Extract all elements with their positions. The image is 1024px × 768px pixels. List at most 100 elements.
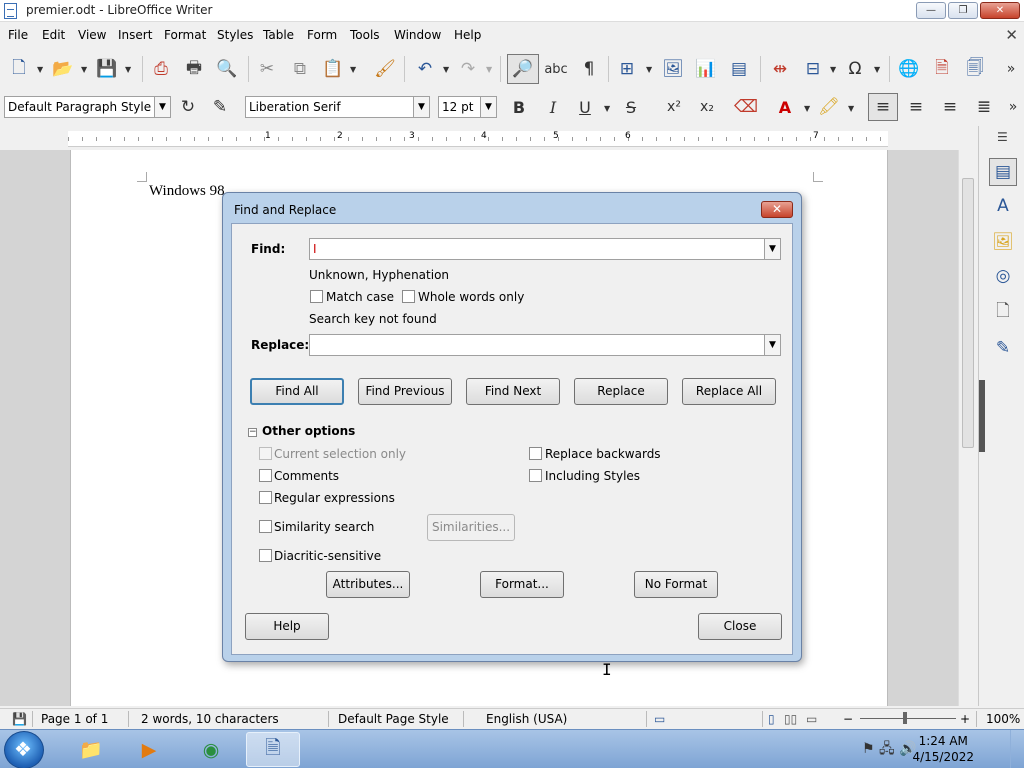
- subscript-button[interactable]: x₂: [695, 95, 719, 119]
- export-pdf-icon[interactable]: ⎙: [148, 56, 174, 82]
- media-player-icon[interactable]: ▶: [122, 732, 176, 767]
- horizontal-ruler[interactable]: 1 2 3 4 5 6 7: [68, 131, 888, 147]
- align-center-icon[interactable]: ≡: [904, 95, 928, 119]
- align-right-icon[interactable]: ≡: [938, 95, 962, 119]
- menu-form[interactable]: Form: [307, 28, 337, 42]
- replace-button[interactable]: Replace: [574, 378, 668, 405]
- vertical-scrollbar[interactable]: [958, 150, 976, 706]
- footnote-icon[interactable]: 🗎: [929, 56, 955, 82]
- find-next-button[interactable]: Find Next: [466, 378, 560, 405]
- chevron-down-icon[interactable]: ▼: [804, 104, 810, 113]
- chevron-down-icon[interactable]: ▼: [848, 104, 854, 113]
- menu-window[interactable]: Window: [394, 28, 441, 42]
- dialog-close-icon[interactable]: ✕: [761, 201, 793, 218]
- show-desktop-button[interactable]: [1010, 730, 1024, 768]
- zoom-slider-thumb[interactable]: [903, 712, 907, 724]
- strikethrough-button[interactable]: S: [619, 95, 643, 119]
- menu-insert[interactable]: Insert: [118, 28, 152, 42]
- replace-input[interactable]: ▼: [309, 334, 781, 356]
- zoom-slider[interactable]: [860, 718, 956, 719]
- regex-label[interactable]: Regular expressions: [274, 491, 395, 505]
- menu-table[interactable]: Table: [263, 28, 294, 42]
- similarity-checkbox[interactable]: [259, 520, 272, 533]
- comments-label[interactable]: Comments: [274, 469, 339, 483]
- start-button[interactable]: [4, 731, 44, 768]
- chevron-down-icon[interactable]: ▼: [646, 65, 652, 74]
- page-icon[interactable]: 🗋: [989, 298, 1017, 326]
- no-format-button[interactable]: No Format: [634, 571, 718, 598]
- sidebar-menu-icon[interactable]: ☰: [997, 130, 1008, 144]
- scrollbar-thumb[interactable]: [962, 178, 974, 448]
- underline-button[interactable]: U: [573, 95, 597, 119]
- match-case-checkbox[interactable]: [310, 290, 323, 303]
- formatting-marks-icon[interactable]: ¶: [576, 56, 602, 82]
- open-icon[interactable]: 📂: [50, 56, 76, 82]
- menu-styles[interactable]: Styles: [217, 28, 253, 42]
- italic-button[interactable]: I: [541, 95, 565, 119]
- highlight-color-icon[interactable]: 🖍: [817, 95, 841, 119]
- replace-backwards-label[interactable]: Replace backwards: [545, 447, 661, 461]
- diacritic-label[interactable]: Diacritic-sensitive: [274, 549, 381, 563]
- more-formatting-icon[interactable]: »: [1004, 95, 1022, 119]
- comment-icon[interactable]: 🗐: [962, 56, 988, 82]
- chevron-down-icon[interactable]: ▼: [81, 65, 87, 74]
- replace-backwards-checkbox[interactable]: [529, 447, 542, 460]
- field-icon[interactable]: ⊟: [800, 56, 826, 82]
- chevron-down-icon[interactable]: ▼: [350, 65, 356, 74]
- manage-changes-icon[interactable]: ✎: [989, 334, 1017, 362]
- chevron-down-icon[interactable]: ▼: [830, 65, 836, 74]
- update-style-icon[interactable]: ↻: [176, 95, 200, 119]
- paste-icon[interactable]: 📋: [320, 56, 346, 82]
- clock[interactable]: 1:24 AM 4/15/2022: [912, 733, 974, 765]
- print-icon[interactable]: 🖶: [181, 56, 207, 82]
- redo-icon[interactable]: ↷: [455, 56, 481, 82]
- replace-all-button[interactable]: Replace All: [682, 378, 776, 405]
- collapse-icon[interactable]: −: [248, 428, 257, 437]
- table-icon[interactable]: ⊞: [614, 56, 640, 82]
- whole-words-checkbox[interactable]: [402, 290, 415, 303]
- libreoffice-writer-taskbar-icon[interactable]: 🗎: [246, 732, 300, 767]
- document-text[interactable]: Windows 98: [149, 183, 225, 200]
- more-tools-icon[interactable]: »: [1000, 56, 1022, 82]
- find-input[interactable]: I ▼: [309, 238, 781, 260]
- zoom-level[interactable]: 100%: [986, 712, 1020, 726]
- minimize-button[interactable]: —: [916, 2, 946, 19]
- styles-icon[interactable]: A: [989, 192, 1017, 220]
- file-explorer-icon[interactable]: 📁: [64, 732, 118, 767]
- document-modified-icon[interactable]: 💾: [12, 712, 27, 726]
- chevron-down-icon[interactable]: ▼: [604, 104, 610, 113]
- chevron-down-icon[interactable]: ▼: [874, 65, 880, 74]
- zoom-in-icon[interactable]: +: [960, 712, 970, 726]
- new-style-icon[interactable]: ✎: [208, 95, 232, 119]
- font-name-combo[interactable]: Liberation Serif ▼: [245, 96, 430, 118]
- clone-formatting-icon[interactable]: 🖌: [372, 56, 398, 82]
- menu-file[interactable]: File: [8, 28, 28, 42]
- regex-checkbox[interactable]: [259, 491, 272, 504]
- align-left-icon[interactable]: ≡: [868, 93, 898, 121]
- match-case-label[interactable]: Match case: [326, 290, 394, 304]
- cut-icon[interactable]: ✂: [254, 56, 280, 82]
- superscript-button[interactable]: x²: [662, 95, 686, 119]
- chevron-down-icon[interactable]: ▼: [125, 65, 131, 74]
- maximize-button[interactable]: ❐: [948, 2, 978, 19]
- whole-words-label[interactable]: Whole words only: [418, 290, 524, 304]
- image-icon[interactable]: 🖼: [660, 56, 686, 82]
- current-selection-checkbox[interactable]: [259, 447, 272, 460]
- comments-checkbox[interactable]: [259, 469, 272, 482]
- hyperlink-icon[interactable]: 🌐: [896, 56, 922, 82]
- spelling-icon[interactable]: abc: [543, 56, 569, 82]
- page-count[interactable]: Page 1 of 1: [41, 712, 108, 726]
- chevron-down-icon[interactable]: ▼: [413, 97, 429, 117]
- zoom-out-icon[interactable]: −: [843, 712, 853, 726]
- close-document-icon[interactable]: ✕: [1005, 26, 1018, 44]
- chart-icon[interactable]: 📊: [693, 56, 719, 82]
- help-button[interactable]: Help: [245, 613, 329, 640]
- chevron-down-icon[interactable]: ▼: [37, 65, 43, 74]
- gallery-icon[interactable]: 🖼: [989, 228, 1017, 256]
- chevron-down-icon[interactable]: ▼: [764, 335, 780, 355]
- print-preview-icon[interactable]: 🔍: [214, 56, 240, 82]
- bold-button[interactable]: B: [507, 95, 531, 119]
- find-previous-button[interactable]: Find Previous: [358, 378, 452, 405]
- tray-icons[interactable]: ⚑ 🖧 🔊: [862, 738, 917, 762]
- paragraph-style-combo[interactable]: Default Paragraph Style ▼: [4, 96, 171, 118]
